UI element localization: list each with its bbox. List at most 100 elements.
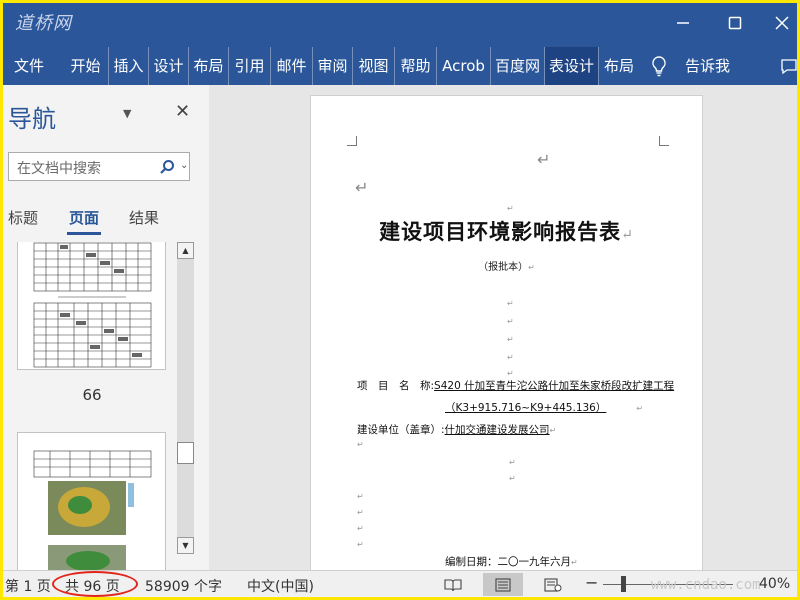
- tab-file[interactable]: 文件: [3, 47, 55, 85]
- document-canvas[interactable]: ↵ ↵ ↵ 建设项目环境影响报告表↵ （报批本）↵ ↵ ↵ ↵ ↵ ↵ 项 目 …: [213, 85, 797, 570]
- tab-design[interactable]: 设计: [149, 47, 189, 85]
- minimize-icon: [677, 22, 689, 24]
- paragraph-mark: ↵: [357, 440, 364, 449]
- search-options-chevron-icon[interactable]: ⌄: [180, 160, 188, 171]
- paragraph-mark: ↵: [507, 369, 514, 378]
- nav-title: 导航: [8, 105, 56, 133]
- zoom-out-icon[interactable]: −: [585, 573, 598, 592]
- thumbnail-map-graphic: [33, 450, 152, 570]
- paragraph-mark: ↵: [507, 335, 514, 344]
- nav-search-box[interactable]: 在文档中搜索 ⌄: [8, 152, 190, 181]
- thumbnail-page-number: 66: [82, 386, 102, 404]
- tab-home[interactable]: 开始: [63, 47, 109, 85]
- tab-view[interactable]: 视图: [353, 47, 395, 85]
- paragraph-mark: ↵: [528, 263, 535, 272]
- paragraph-mark: ↵: [571, 558, 578, 567]
- tab-table-layout[interactable]: 布局: [599, 47, 639, 85]
- nav-options-chevron-icon[interactable]: ▼: [123, 107, 131, 120]
- thumbnail-scrollbar[interactable]: ▲ ▼: [177, 242, 194, 554]
- close-window-button[interactable]: [767, 11, 797, 35]
- page-thumbnails: 66: [3, 242, 173, 570]
- read-mode-button[interactable]: [433, 573, 473, 596]
- page-thumbnail-67[interactable]: [17, 432, 166, 570]
- paragraph-mark: ↵: [636, 404, 644, 413]
- construction-unit-value: 什加交通建设发展公司: [444, 424, 550, 436]
- watermark-text: www.cndao.com: [651, 577, 761, 593]
- report-subtitle-text: （报批本）: [478, 262, 529, 273]
- print-layout-button[interactable]: [483, 573, 523, 596]
- paragraph-mark: ↵: [509, 458, 516, 467]
- paragraph-mark: ↵: [509, 474, 516, 483]
- ribbon-tabs: 文件 开始 插入 设计 布局 引用 邮件 审阅 视图 帮助 Acrob 百度网 …: [3, 47, 797, 85]
- web-layout-icon: [544, 577, 562, 592]
- project-name-label: 项 目 名 称:: [357, 380, 435, 392]
- margin-corner-mark: [659, 136, 669, 146]
- print-layout-icon: [495, 577, 511, 592]
- scroll-up-arrow-icon[interactable]: ▲: [177, 242, 194, 259]
- construction-unit-label: 建设单位（盖章）:: [357, 424, 445, 436]
- tab-acrobat[interactable]: Acrob: [437, 47, 491, 85]
- project-range-value: （K3+915.716~K9+445.136）: [445, 402, 607, 414]
- report-title-text: 建设项目环境影响报告表: [379, 219, 622, 244]
- page-thumbnail-66[interactable]: [17, 242, 166, 370]
- scroll-thumb[interactable]: [177, 442, 194, 464]
- tab-mailings[interactable]: 邮件: [271, 47, 313, 85]
- compile-date-line[interactable]: 编制日期：二〇一九年六月↵: [445, 554, 578, 569]
- paragraph-mark: ↵: [507, 317, 514, 326]
- paragraph-mark: ↵: [507, 299, 514, 308]
- nav-tab-results[interactable]: 结果: [129, 207, 159, 228]
- margin-corner-mark: [347, 136, 357, 146]
- nav-tab-pages[interactable]: 页面: [69, 207, 99, 228]
- document-page[interactable]: ↵ ↵ ↵ 建设项目环境影响报告表↵ （报批本）↵ ↵ ↵ ↵ ↵ ↵ 项 目 …: [310, 95, 703, 570]
- thumbnail-table-graphic: [33, 242, 152, 368]
- paragraph-mark: ↵: [357, 540, 364, 549]
- tell-me-search[interactable]: 告诉我: [685, 47, 730, 85]
- tab-references[interactable]: 引用: [229, 47, 271, 85]
- word-window: 道桥网 文件 开始 插入 设计 布局 引用 邮件 审阅 视图 帮助 Acrob …: [3, 3, 797, 597]
- paragraph-mark: ↵: [355, 178, 369, 197]
- tab-help[interactable]: 帮助: [395, 47, 437, 85]
- scroll-down-arrow-icon[interactable]: ▼: [177, 537, 194, 554]
- search-icon[interactable]: [159, 159, 175, 175]
- zoom-level[interactable]: 40%: [759, 576, 790, 592]
- project-name-line[interactable]: 项 目 名 称:S420 什加至青牛沱公路什加至朱家桥段改扩建工程: [357, 378, 674, 393]
- word-count[interactable]: 58909 个字: [145, 576, 222, 596]
- highlight-circle-annotation: [52, 571, 138, 597]
- comment-icon[interactable]: [781, 59, 797, 75]
- paragraph-mark: ↵: [357, 524, 364, 533]
- paragraph-mark: ↵: [357, 492, 364, 501]
- status-bar: 第 1 页 共 96 页 58909 个字 中文(中国) − www.cndao…: [3, 570, 797, 597]
- tab-layout[interactable]: 布局: [189, 47, 229, 85]
- maximize-icon: [728, 16, 742, 30]
- paragraph-mark: ↵: [507, 353, 514, 362]
- active-tab-indicator: [67, 232, 101, 235]
- web-layout-button[interactable]: [533, 573, 573, 596]
- paragraph-mark: ↵: [549, 426, 557, 435]
- construction-unit-line[interactable]: 建设单位（盖章）:什加交通建设发展公司↵: [357, 422, 556, 437]
- paragraph-mark: ↵: [507, 204, 514, 213]
- maximize-button[interactable]: [720, 11, 750, 35]
- tab-baidu[interactable]: 百度网: [491, 47, 545, 85]
- tab-table-design[interactable]: 表设计: [545, 47, 599, 85]
- page-indicator[interactable]: 第 1 页: [5, 576, 51, 596]
- nav-close-icon[interactable]: ✕: [175, 101, 190, 122]
- report-subtitle[interactable]: （报批本）↵: [311, 258, 702, 273]
- report-title[interactable]: 建设项目环境影响报告表↵: [311, 216, 702, 246]
- tab-review[interactable]: 审阅: [313, 47, 353, 85]
- language-indicator[interactable]: 中文(中国): [247, 576, 314, 596]
- site-logo: 道桥网: [15, 13, 72, 34]
- read-mode-icon: [444, 578, 462, 591]
- nav-tab-headings[interactable]: 标题: [8, 207, 38, 228]
- close-icon: [775, 16, 789, 30]
- paragraph-mark: ↵: [357, 508, 364, 517]
- tab-insert[interactable]: 插入: [109, 47, 149, 85]
- lightbulb-icon[interactable]: [651, 56, 667, 78]
- minimize-button[interactable]: [668, 11, 698, 35]
- nav-search-input[interactable]: 在文档中搜索: [17, 158, 101, 178]
- navigation-pane: 导航 ▼ ✕ 在文档中搜索 ⌄ 标题 页面 结果 66 ▲ ▼: [3, 85, 209, 570]
- zoom-slider-thumb[interactable]: [621, 576, 626, 592]
- project-range-line[interactable]: （K3+915.716~K9+445.136） ↵: [445, 400, 643, 415]
- title-bar: 道桥网: [3, 3, 797, 47]
- paragraph-mark: ↵: [537, 150, 551, 169]
- project-name-value: S420 什加至青牛沱公路什加至朱家桥段改扩建工程: [434, 380, 675, 392]
